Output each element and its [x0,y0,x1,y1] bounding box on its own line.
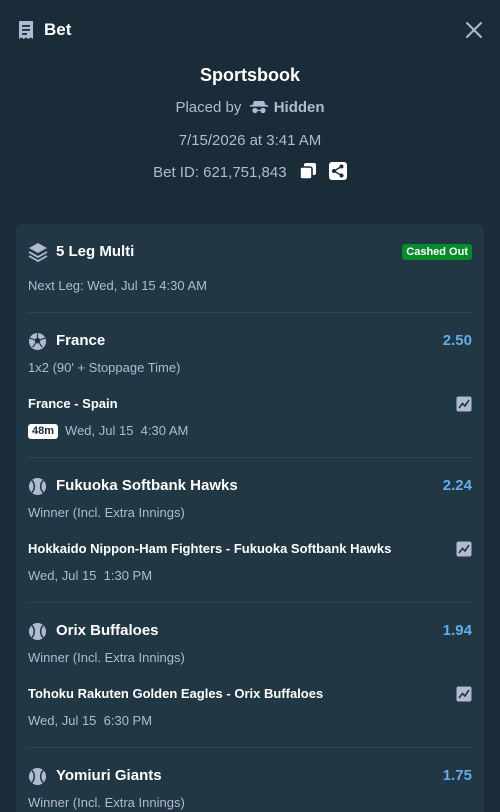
leg-2: Fukuoka Softbank Hawks 2.24 [28,476,472,496]
bet-card: 5 Leg Multi Cashed Out Next Leg: Wed, Ju… [16,224,484,812]
stats-chart-icon[interactable] [456,396,472,412]
multi-header: 5 Leg Multi Cashed Out [28,242,472,262]
leg-3: Orix Buffaloes 1.94 [28,621,472,641]
leg-odds: 2.50 [442,332,472,349]
match-name: Tohoku Rakuten Golden Eagles - Orix Buff… [28,686,324,701]
leg-market: 1x2 (90' + Stoppage Time) [28,360,181,375]
modal-header: Bet [0,0,500,60]
baseball-icon [28,477,47,496]
leg-selection: Fukuoka Softbank Hawks 2.24 [28,476,472,496]
bet-id-line: Bet ID: 621,751,843 [0,162,500,183]
selection-name: Orix Buffaloes [56,622,159,639]
leg-match: Hokkaido Nippon-Ham Fighters - Fukuoka S… [28,541,472,557]
bet-datetime: 7/15/2026 at 3:41 AM [178,132,322,149]
placed-by-line: Placed by Hidden [0,98,500,118]
soccer-ball-icon [28,332,47,351]
leg-selection: Yomiuri Giants 1.75 [28,766,472,786]
close-icon[interactable] [462,18,486,42]
leg-match: France - Spain [28,396,472,412]
leg-4: Yomiuri Giants 1.75 [28,766,472,786]
leg-match: Tohoku Rakuten Golden Eagles - Orix Buff… [28,686,472,702]
bet-source: Sportsbook [199,65,300,85]
modal-title: Bet [44,20,72,39]
leg-1: France 2.50 [28,331,472,351]
receipt-icon [19,21,33,39]
bet-type-label: 5 Leg Multi [56,243,135,260]
status-badge: Cashed Out [402,244,472,260]
leg-market: Winner (Incl. Extra Innings) [28,650,185,665]
match-name: France - Spain [28,396,118,411]
copy-icon[interactable] [298,162,317,180]
layers-icon [28,243,48,262]
share-icon[interactable] [328,162,347,180]
placed-by-label: Placed by [175,99,242,116]
baseball-icon [28,767,47,786]
stats-chart-icon[interactable] [456,541,472,557]
placed-by-user: Hidden [273,99,325,116]
divider [28,747,472,748]
leg-odds: 1.75 [442,767,472,784]
leg-market: Winner (Incl. Extra Innings) [28,795,185,810]
leg-market: Winner (Incl. Extra Innings) [28,505,185,520]
leg-start-time: Wed, Jul 15 6:30 PM [28,713,153,728]
incognito-icon [249,101,268,114]
live-time-badge: 48m [28,424,59,439]
leg-odds: 2.24 [442,477,472,494]
divider [28,457,472,458]
divider [28,312,472,313]
bet-id-label: Bet ID: [153,164,199,181]
divider [28,602,472,603]
leg-odds: 1.94 [442,622,472,639]
baseball-icon [28,622,47,641]
selection-name: Fukuoka Softbank Hawks [56,477,238,494]
match-name: Hokkaido Nippon-Ham Fighters - Fukuoka S… [28,541,392,556]
leg-selection: Orix Buffaloes 1.94 [28,621,472,641]
selection-name: Yomiuri Giants [56,767,162,784]
leg-time: 48m Wed, Jul 15 4:30 AM [28,422,472,440]
leg-start-time: Wed, Jul 15 1:30 PM [28,568,153,583]
selection-name: France [56,332,106,349]
next-leg-text: Next Leg: Wed, Jul 15 4:30 AM [28,278,207,293]
leg-start-time: Wed, Jul 15 4:30 AM [65,423,189,438]
stats-chart-icon[interactable] [456,686,472,702]
bet-id-value: 621,751,843 [203,164,287,181]
leg-selection: France 2.50 [28,331,472,351]
